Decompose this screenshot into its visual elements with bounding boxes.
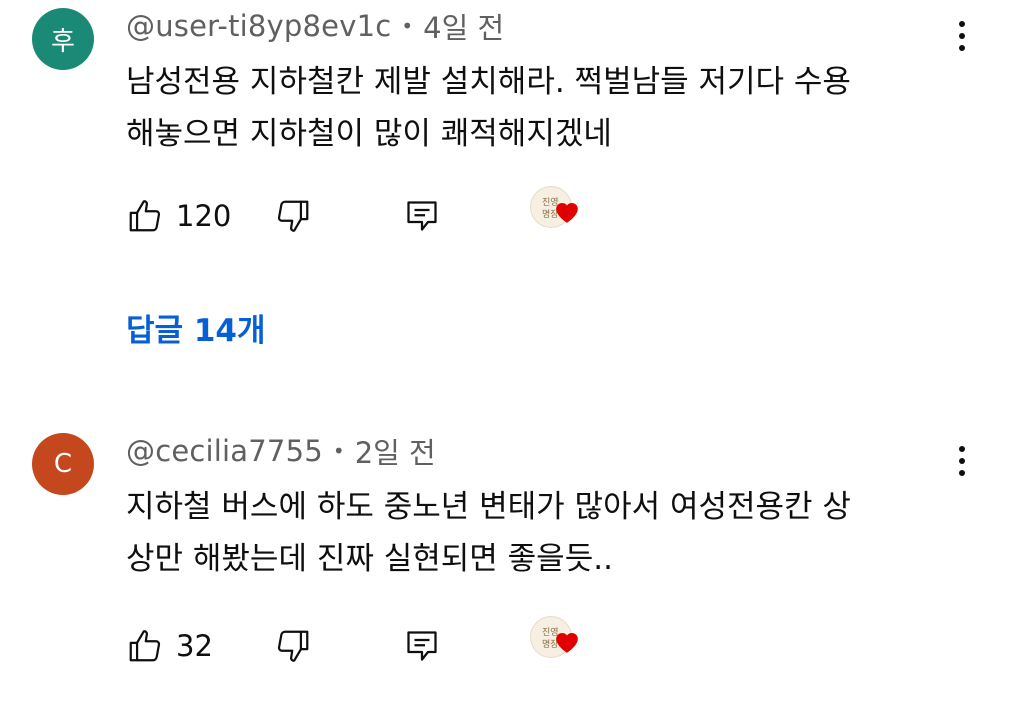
comment-text: 남성전용 지하철칸 제발 설치해라. 쩍벌남들 저기다 수용 해놓으면 지하철이… — [126, 56, 946, 160]
avatar[interactable]: C — [32, 433, 94, 495]
dislike-button[interactable] — [274, 621, 312, 671]
dislike-button[interactable] — [274, 191, 312, 241]
thumb-up-icon — [129, 630, 161, 662]
heart-icon — [556, 202, 578, 223]
comment-header: @user-ti8yp8ev1c • 4일 전 — [126, 6, 504, 46]
creator-heart-icon: 진영 명장 — [528, 184, 584, 240]
comment-text: 지하철 버스에 하도 중노년 변태가 많아서 여성전용칸 상 상만 해봤는데 진… — [126, 481, 946, 585]
comment-time[interactable]: 4일 전 — [423, 5, 504, 47]
reply-icon — [407, 631, 437, 661]
reply-button[interactable] — [404, 621, 440, 671]
separator-dot: • — [401, 14, 414, 38]
reply-icon — [407, 201, 437, 231]
like-count: 120 — [176, 199, 232, 233]
creator-heart[interactable]: 진영 명장 — [528, 614, 584, 670]
comment-text-line: 지하철 버스에 하도 중노년 변태가 많아서 여성전용칸 상 — [126, 489, 851, 525]
creator-heart-icon: 진영 명장 — [528, 614, 584, 670]
thumb-down-icon — [277, 200, 309, 232]
comment-time[interactable]: 2일 전 — [355, 430, 436, 472]
avatar-initial: C — [53, 449, 73, 479]
separator-dot: • — [332, 439, 345, 463]
author-handle[interactable]: @cecilia7755 — [126, 434, 323, 468]
comment-text-line: 해놓으면 지하철이 많이 쾌적해지겠네 — [126, 116, 612, 152]
view-replies-button[interactable]: 답글 14개 — [126, 305, 266, 349]
reply-button[interactable] — [404, 191, 440, 241]
comment-header: @cecilia7755 • 2일 전 — [126, 431, 436, 471]
comments-page: 후 @user-ti8yp8ev1c • 4일 전 남성전용 지하철칸 제발 설… — [0, 0, 1024, 702]
comment-text-line: 남성전용 지하철칸 제발 설치해라. 쩍벌남들 저기다 수용 — [126, 64, 851, 100]
more-vert-icon[interactable] — [940, 437, 984, 485]
replies-label: 답글 14개 — [126, 312, 266, 349]
comment-actions: 32 진영 명장 — [126, 616, 686, 671]
comment-actions: 120 진영 명장 — [126, 186, 686, 241]
like-button[interactable]: 32 — [126, 621, 213, 671]
heart-icon — [556, 632, 578, 653]
thumb-down-icon — [277, 630, 309, 662]
like-button[interactable]: 120 — [126, 191, 231, 241]
thumb-up-icon — [129, 200, 161, 232]
author-handle[interactable]: @user-ti8yp8ev1c — [126, 9, 391, 43]
avatar-initial: 후 — [51, 26, 75, 57]
comment-text-line: 상만 해봤는데 진짜 실현되면 좋을듯.. — [126, 541, 613, 577]
creator-heart[interactable]: 진영 명장 — [528, 184, 584, 240]
avatar[interactable]: 후 — [32, 8, 94, 70]
more-vert-icon[interactable] — [940, 12, 984, 60]
like-count: 32 — [176, 629, 213, 663]
